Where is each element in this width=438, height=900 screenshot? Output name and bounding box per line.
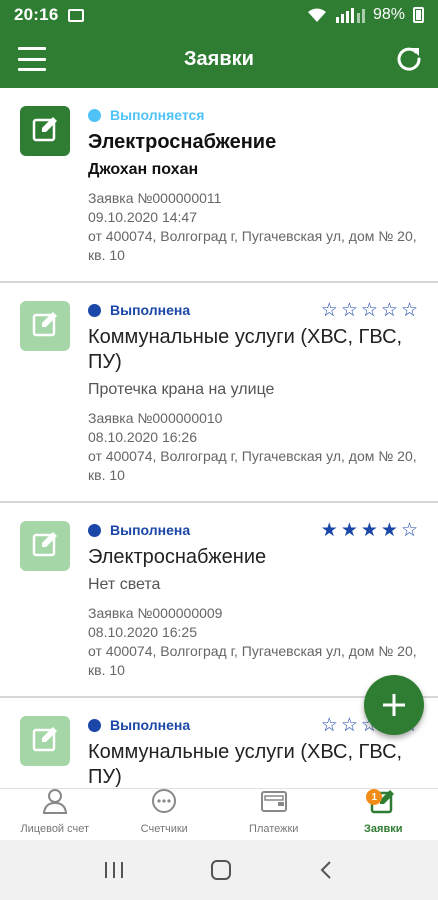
star-empty-icon[interactable]: ☆ [321, 299, 338, 322]
request-address: от 400074, Волгоград г, Пугачевская ул, … [88, 448, 417, 483]
star-empty-icon[interactable]: ☆ [361, 299, 378, 322]
request-address: от 400074, Волгоград г, Пугачевская ул, … [88, 228, 417, 263]
request-datetime: 08.10.2020 16:26 [88, 429, 197, 445]
request-meta: Заявка №000000011 09.10.2020 14:47 от 4000… [88, 189, 418, 265]
star-empty-icon[interactable]: ☆ [341, 714, 358, 737]
request-title: Электроснабжение [88, 131, 277, 153]
star-empty-icon[interactable]: ☆ [321, 714, 338, 737]
status-row: Выполнена ★ ★ ★ ★ ☆ [88, 519, 418, 541]
person-icon [42, 788, 68, 819]
status-dot [88, 718, 101, 732]
request-thumb [20, 716, 70, 766]
star-filled-icon[interactable]: ★ [361, 519, 378, 542]
status-text: Выполнена [110, 717, 191, 733]
request-title: Коммунальные услуги (ХВС, ГВС, ПУ) [88, 326, 403, 373]
request-number: Заявка №000000009 [88, 605, 223, 621]
edit-icon [31, 115, 59, 148]
status-text: Выполняется [110, 107, 205, 123]
status-row: Выполнена☆☆☆☆☆ [88, 299, 418, 321]
status-time: 20:16 [14, 5, 59, 24]
request-datetime: 08.10.2020 16:25 [88, 624, 197, 640]
status-bar: 20:16 98% [0, 0, 438, 30]
request-thumb [20, 301, 70, 351]
refresh-icon[interactable] [394, 44, 424, 74]
nav-item-3[interactable]: Платежки [219, 789, 329, 840]
bottom-navigation: Лицевой счет Счетчики Платежки 1 Заявки [0, 788, 438, 840]
star-empty-icon[interactable]: ☆ [401, 299, 418, 322]
rating-stars[interactable]: ★ ★ ★ ★ ☆ [321, 519, 418, 542]
edit-icon [31, 310, 59, 343]
menu-button[interactable] [18, 47, 46, 71]
request-meta: Заявка №000000010 08.10.2020 16:26 от 4000… [88, 409, 418, 485]
plus-icon [383, 694, 405, 716]
wifi-icon [307, 8, 326, 22]
request-description: Нет света [88, 576, 161, 593]
nav-label: Заявки [364, 823, 403, 835]
request-title: Коммунальные услуги (ХВС, ГВС, ПУ) [88, 741, 403, 788]
request-thumb [20, 521, 70, 571]
status-dot [88, 303, 101, 317]
meter-icon [151, 788, 177, 819]
request-address: от 400074, Волгоград г, Пугачевская ул, … [88, 643, 417, 678]
request-card[interactable]: Выполняется Электроснабжение Джохан похан З… [0, 88, 438, 283]
request-title: Электроснабжение [88, 546, 267, 568]
edit-icon [31, 725, 59, 758]
add-request-button[interactable] [364, 675, 424, 735]
system-navigation-bar [0, 840, 438, 900]
image-notification-icon [68, 8, 85, 22]
nav-item-1[interactable]: Лицевой счет [0, 789, 110, 840]
nav-label: Счетчики [140, 823, 188, 835]
star-empty-icon[interactable]: ☆ [381, 299, 398, 322]
recent-apps-icon[interactable] [102, 860, 126, 880]
back-icon[interactable] [316, 860, 336, 880]
menu-icon [18, 47, 46, 50]
app-bar: Заявки [0, 30, 438, 88]
request-thumb [20, 106, 70, 156]
star-empty-icon[interactable]: ☆ [341, 299, 358, 322]
request-datetime: 09.10.2020 14:47 [88, 209, 197, 225]
battery-percent: 98% [372, 6, 405, 23]
request-card[interactable]: Выполнена☆☆☆☆☆Коммунальные услуги (ХВС, … [0, 283, 438, 503]
star-filled-icon[interactable]: ★ [341, 519, 358, 542]
status-indicators: 98% [307, 6, 424, 24]
status-dot [88, 108, 101, 122]
request-description: Протечка крана на улице [88, 381, 275, 398]
star-filled-icon[interactable]: ★ [381, 519, 398, 542]
battery-icon [413, 7, 424, 23]
request-description: Джохан похан [88, 161, 199, 178]
request-number: Заявка №000000011 [88, 190, 222, 206]
star-filled-icon[interactable]: ★ [321, 519, 338, 542]
page-title: Заявки [184, 47, 254, 70]
status-text: Выполнена [110, 302, 191, 318]
request-meta: Заявка №000000009 08.10.2020 16:25 от 4000… [88, 604, 418, 680]
signal-icon [335, 8, 365, 23]
status-text: Выполнена [110, 522, 191, 538]
edit-icon [31, 530, 59, 563]
status-dot [88, 523, 101, 537]
wallet-icon [260, 788, 288, 819]
home-icon[interactable] [209, 858, 233, 882]
request-card[interactable]: Выполнена ★ ★ ★ ★ ☆ Электроснабжение Нет света З… [0, 503, 438, 698]
nav-item-4[interactable]: 1 Заявки [329, 789, 438, 840]
rating-stars[interactable]: ☆☆☆☆☆ [321, 299, 418, 322]
star-empty-icon[interactable]: ☆ [401, 519, 418, 542]
nav-label: Платежки [249, 823, 299, 835]
nav-item-2[interactable]: Счетчики [110, 789, 220, 840]
request-number: Заявка №000000010 [88, 410, 223, 426]
nav-label: Лицевой счет [20, 823, 90, 835]
status-row: Выполняется [88, 104, 418, 126]
